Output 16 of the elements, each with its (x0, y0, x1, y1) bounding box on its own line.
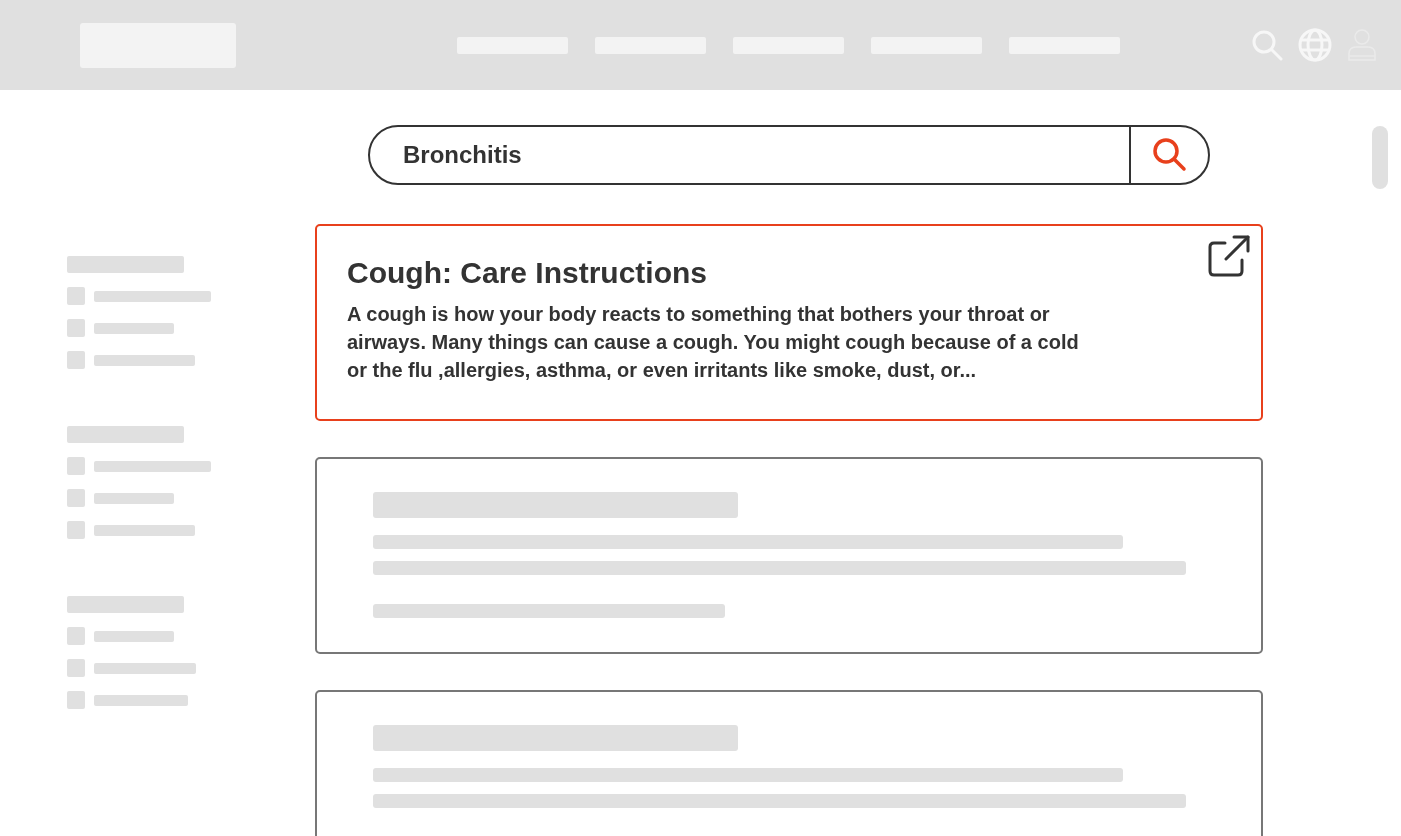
checkbox-placeholder[interactable] (67, 319, 85, 337)
checkbox-placeholder[interactable] (67, 691, 85, 709)
checkbox-placeholder[interactable] (67, 521, 85, 539)
checkbox-placeholder[interactable] (67, 351, 85, 369)
search-field[interactable]: Bronchitis (368, 125, 1210, 185)
checkbox-placeholder[interactable] (67, 659, 85, 677)
external-link-icon[interactable] (1207, 234, 1251, 278)
checkbox-placeholder[interactable] (67, 287, 85, 305)
checkbox-placeholder[interactable] (67, 489, 85, 507)
result-card[interactable] (315, 224, 1263, 421)
search-icon (1150, 136, 1189, 174)
checkbox-placeholder[interactable] (67, 627, 85, 645)
checkbox-placeholder[interactable] (67, 457, 85, 475)
result-snippet: A cough is how your body reacts to something that bothers your throat or airways. Many things can cause a cough. You might cough because of a cold or the flu ,allergies, asthma, or even irritants like smoke, dust, or... (347, 302, 1080, 383)
result-title[interactable]: Cough: Care Instructions (347, 256, 1231, 290)
scrollbar-thumb[interactable] (1372, 126, 1388, 189)
